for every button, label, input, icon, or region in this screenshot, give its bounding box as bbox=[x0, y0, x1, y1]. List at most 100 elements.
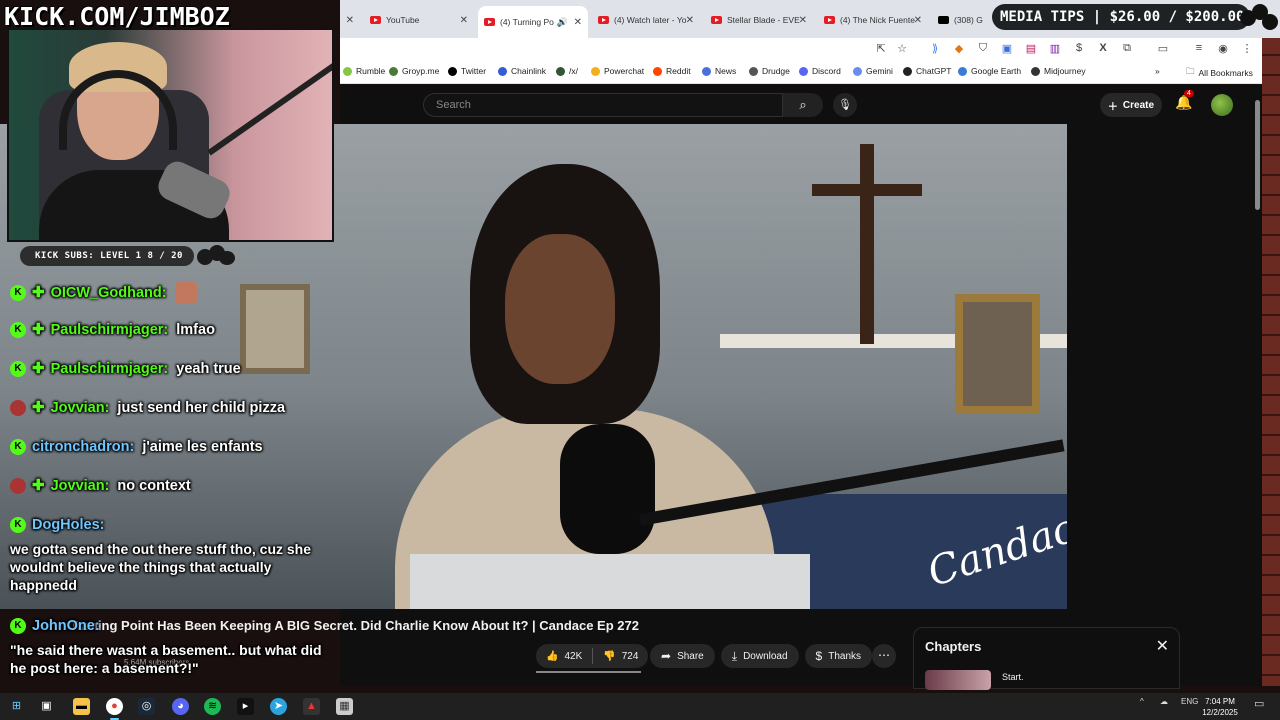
bookmark-news[interactable]: News bbox=[702, 66, 736, 76]
close-icon[interactable]: ✕ bbox=[574, 17, 582, 28]
avatar[interactable] bbox=[1211, 94, 1233, 116]
page-scrollbar[interactable] bbox=[1253, 93, 1262, 686]
thanks-button[interactable]: $ Thanks bbox=[804, 644, 873, 668]
close-icon[interactable]: ✕ bbox=[686, 15, 694, 26]
audio-icon[interactable]: 🔊 bbox=[557, 17, 568, 28]
tab-nick-fuentes[interactable]: (4) The Nick Fuente ✕ bbox=[818, 8, 928, 32]
clock[interactable]: 7:04 PM 12/2/2025 bbox=[1200, 696, 1240, 718]
spotify-icon[interactable]: ≋ bbox=[204, 698, 221, 715]
close-icon[interactable]: ✕ bbox=[799, 15, 807, 26]
tray-app-icon[interactable]: ☁ bbox=[1160, 697, 1168, 706]
news-icon bbox=[702, 66, 711, 76]
profile-icon[interactable]: ◉ bbox=[1216, 42, 1230, 55]
kick-subs-goal: KICK SUBS: LEVEL 1 8 / 20 bbox=[20, 246, 194, 266]
shield-icon[interactable]: ⛉ bbox=[976, 42, 990, 55]
bookmark-label: /x/ bbox=[569, 66, 578, 76]
bookmark-drudge[interactable]: Drudge bbox=[749, 66, 790, 76]
extension-icon[interactable]: ⟫ bbox=[928, 42, 942, 55]
split-view-icon[interactable]: ▭ bbox=[1156, 42, 1170, 55]
reading-list-icon[interactable]: ≡ bbox=[1192, 42, 1206, 54]
app-icon[interactable]: ▲ bbox=[303, 698, 320, 715]
create-button[interactable]: ＋ Create bbox=[1100, 93, 1162, 117]
tray-chevron-icon[interactable]: ^ bbox=[1140, 697, 1144, 706]
search-input[interactable]: Search bbox=[423, 93, 783, 117]
extension-icon[interactable]: $ bbox=[1072, 42, 1086, 54]
picture-frame bbox=[240, 284, 310, 374]
bookmarks-overflow-icon[interactable]: » bbox=[1155, 66, 1160, 76]
bookmark-groyp[interactable]: Groyp.me bbox=[389, 66, 439, 76]
star-icon[interactable]: ☆ bbox=[895, 42, 909, 55]
install-icon[interactable]: ⇱ bbox=[874, 42, 888, 55]
mic-icon[interactable]: 🎙 bbox=[833, 93, 857, 117]
metamask-icon[interactable]: ◆ bbox=[952, 42, 966, 55]
bookmark-twitter[interactable]: Twitter bbox=[448, 66, 486, 76]
chat-username: Jovvian: bbox=[50, 478, 110, 494]
menu-icon[interactable]: ⋮ bbox=[1240, 42, 1254, 55]
extension-icon[interactable]: ▣ bbox=[1000, 42, 1014, 55]
tab-label: (308) G bbox=[954, 15, 983, 25]
share-button[interactable]: ➦ Share bbox=[650, 644, 715, 668]
bookmark-powerchat[interactable]: Powerchat bbox=[591, 66, 644, 76]
chainlink-icon bbox=[498, 66, 507, 76]
tab-youtube[interactable]: YouTube ✕ bbox=[364, 8, 474, 32]
terminal-icon[interactable]: ▸ bbox=[237, 698, 254, 715]
tab-stellar-blade[interactable]: Stellar Blade - EVE ✕ bbox=[705, 8, 813, 32]
chat-username: DogHoles: bbox=[32, 517, 105, 533]
google-earth-icon bbox=[958, 66, 967, 76]
thumbs-down-icon: 👎 bbox=[603, 650, 616, 662]
bookmark-discord[interactable]: Discord bbox=[799, 66, 841, 76]
chapter-title[interactable]: Start. bbox=[1002, 672, 1024, 682]
download-button[interactable]: ⤓ Download bbox=[720, 644, 799, 668]
host-face bbox=[505, 234, 615, 384]
like-count: 42K bbox=[564, 650, 583, 662]
steam-icon[interactable]: ◎ bbox=[138, 698, 155, 715]
tab-turning-point[interactable]: (4) Turning Po 🔊 ✕ bbox=[478, 6, 588, 38]
dislike-button[interactable]: 👎 724 bbox=[593, 651, 648, 662]
close-icon[interactable]: ✕ bbox=[460, 15, 468, 26]
bookmark-label: Twitter bbox=[461, 66, 487, 76]
tab-x[interactable]: (308) G bbox=[932, 8, 992, 32]
extension-icon[interactable]: ▤ bbox=[1024, 42, 1038, 55]
decorative-blobs bbox=[197, 245, 237, 267]
like-ratio-bar bbox=[536, 671, 641, 673]
language-indicator[interactable]: ENG bbox=[1181, 697, 1198, 706]
notifications-icon[interactable]: ▭ bbox=[1254, 697, 1264, 710]
decorative-blobs bbox=[1240, 4, 1280, 32]
discord-icon[interactable]: ◕ bbox=[172, 698, 189, 715]
chrome-icon[interactable]: ● bbox=[106, 698, 123, 720]
more-options-icon[interactable]: ⋯ bbox=[872, 644, 896, 668]
bookmark-reddit[interactable]: Reddit bbox=[653, 66, 691, 76]
close-icon[interactable]: ✕ bbox=[914, 15, 922, 26]
user-avatar-icon bbox=[10, 478, 26, 495]
x-icon[interactable]: X bbox=[1096, 42, 1110, 54]
extension-icon[interactable]: ▥ bbox=[1048, 42, 1062, 55]
tab-watch-later[interactable]: (4) Watch later - Yo ✕ bbox=[592, 8, 700, 32]
bell-icon[interactable]: 🔔 4 bbox=[1175, 90, 1194, 111]
bookmark-rumble[interactable]: Rumble bbox=[343, 66, 385, 76]
app-icon[interactable]: ▦ bbox=[336, 698, 353, 715]
task-view-icon[interactable]: ▣ bbox=[38, 698, 55, 715]
thumbs-up-icon: 👍 bbox=[546, 650, 559, 662]
windows-start-icon[interactable]: ⊞ bbox=[8, 698, 25, 715]
bookmark-google-earth[interactable]: Google Earth bbox=[958, 66, 1021, 76]
close-icon[interactable]: ✕ bbox=[346, 15, 354, 26]
search-icon[interactable]: ⌕ bbox=[783, 93, 823, 117]
bookmark-gemini[interactable]: Gemini bbox=[853, 66, 893, 76]
all-bookmarks[interactable]: 🗀 All Bookmarks bbox=[1186, 66, 1253, 80]
close-icon[interactable]: ✕ bbox=[1156, 636, 1169, 656]
tab-close-partial[interactable]: ✕ bbox=[340, 8, 360, 32]
bookmark-chainlink[interactable]: Chainlink bbox=[498, 66, 546, 76]
chapter-thumbnail[interactable] bbox=[925, 670, 991, 690]
file-explorer-icon[interactable]: ▬ bbox=[73, 698, 90, 715]
like-button[interactable]: 👍 42K bbox=[536, 651, 592, 662]
bookmark-midjourney[interactable]: Midjourney bbox=[1031, 66, 1086, 76]
diamond-badge-icon: ✚ bbox=[32, 284, 45, 301]
chat-message: K ✚ OICW_Godhand: bbox=[10, 282, 197, 304]
telegram-icon[interactable]: ➤ bbox=[270, 698, 287, 715]
puzzle-icon[interactable]: ⧉ bbox=[1120, 42, 1134, 55]
scrollbar-thumb[interactable] bbox=[1255, 100, 1260, 210]
chat-text: no context bbox=[117, 478, 191, 494]
bookmark-chatgpt[interactable]: ChatGPT bbox=[903, 66, 951, 76]
chat-message-text: "he said there wasnt a basement.. but wh… bbox=[10, 642, 322, 676]
bookmark-x-board[interactable]: /x/ bbox=[556, 66, 578, 76]
